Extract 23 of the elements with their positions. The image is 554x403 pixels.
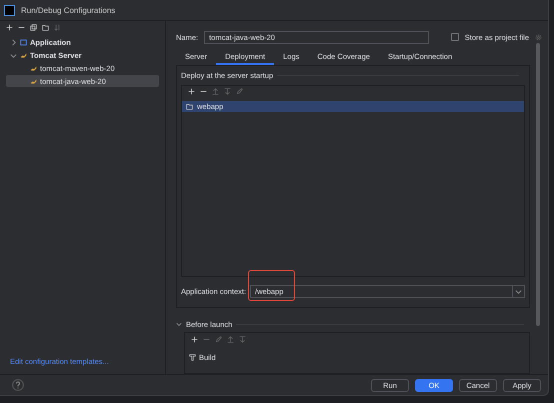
add-icon[interactable] — [188, 88, 195, 96]
chevron-icon[interactable] — [176, 321, 182, 327]
edit-icon[interactable] — [236, 88, 243, 96]
move-up-icon[interactable] — [212, 88, 219, 96]
dropdown-chevron-icon[interactable] — [512, 286, 524, 296]
checkbox[interactable] — [450, 33, 459, 41]
edit-icon[interactable] — [215, 336, 222, 342]
window-title: Run/Debug Configurations — [21, 6, 116, 14]
folder-icon — [186, 102, 193, 110]
app-logo-icon — [4, 4, 15, 16]
help-icon[interactable] — [12, 379, 24, 391]
move-down-icon[interactable] — [239, 336, 246, 342]
folder-icon[interactable] — [42, 24, 49, 30]
move-up-icon[interactable] — [227, 336, 234, 342]
sort-icon[interactable] — [54, 24, 61, 30]
add-icon[interactable] — [6, 24, 13, 30]
window-icon — [20, 38, 27, 46]
add-icon[interactable] — [191, 336, 198, 342]
gear-icon[interactable] — [535, 34, 542, 40]
highlight-rectangle — [248, 270, 295, 301]
scrollbar[interactable] — [536, 43, 540, 326]
copy-icon[interactable] — [30, 24, 37, 30]
move-down-icon[interactable] — [224, 88, 231, 96]
